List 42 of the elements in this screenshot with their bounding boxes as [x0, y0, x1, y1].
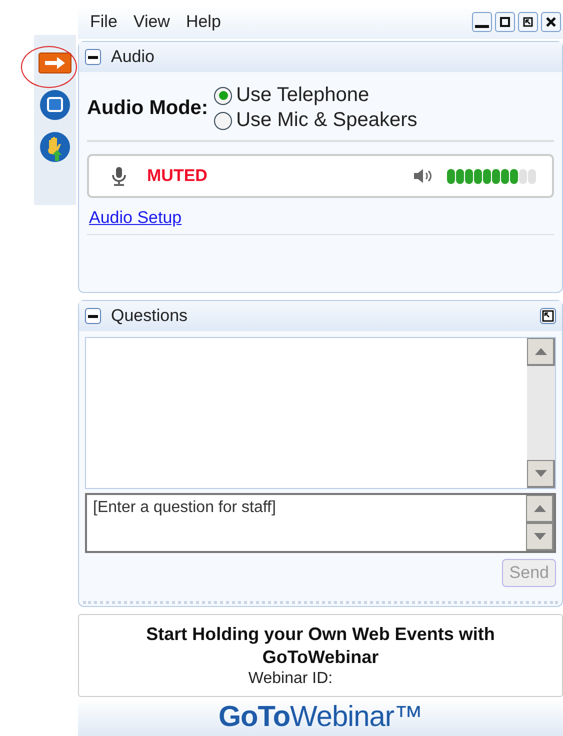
- window-icon: [39, 89, 71, 121]
- radio-option[interactable]: Use Telephone: [214, 84, 418, 107]
- triangle-down-icon: [534, 533, 546, 540]
- minimize-button[interactable]: [472, 12, 492, 32]
- audio-setup-link[interactable]: Audio Setup: [89, 208, 182, 228]
- toolbar-button[interactable]: [37, 129, 73, 165]
- webinar-id-label: Webinar ID:: [248, 670, 333, 688]
- collapse-button[interactable]: [85, 308, 101, 324]
- toolbar-button[interactable]: [37, 87, 73, 123]
- menu-item[interactable]: File: [90, 12, 118, 32]
- scroll-up-button[interactable]: [526, 495, 554, 523]
- raise-hand-icon: [39, 131, 71, 163]
- scrollbar[interactable]: [527, 338, 555, 488]
- speaker-icon: [413, 168, 433, 184]
- minus-icon: [88, 56, 98, 58]
- maximize-icon: [498, 15, 512, 29]
- pop-out-button[interactable]: [540, 308, 556, 324]
- minimize-icon: [475, 24, 489, 28]
- restore-icon: [521, 15, 535, 29]
- triangle-up-icon: [534, 348, 546, 355]
- audio-mode-label: Audio Mode:: [87, 96, 208, 120]
- maximize-button[interactable]: [495, 12, 515, 32]
- scroll-up-button[interactable]: [527, 338, 555, 366]
- restore-button[interactable]: [518, 12, 538, 32]
- scroll-down-button[interactable]: [527, 460, 555, 488]
- triangle-down-icon: [534, 470, 546, 477]
- scrollbar[interactable]: [526, 495, 554, 551]
- microphone-icon: [111, 166, 127, 186]
- collapse-button[interactable]: [85, 49, 101, 65]
- section-title: Questions: [111, 306, 188, 326]
- minus-icon: [88, 314, 98, 318]
- triangle-up-icon: [534, 505, 546, 512]
- close-icon: [544, 15, 558, 29]
- menu-item[interactable]: View: [133, 12, 170, 32]
- promo-headline: Start Holding your Own Web Events with GoToWebinar: [145, 623, 496, 670]
- scroll-down-button[interactable]: [526, 523, 554, 551]
- radio-option[interactable]: Use Mic & Speakers: [214, 109, 418, 132]
- section-title: Audio: [111, 47, 154, 67]
- mute-status: MUTED: [147, 166, 208, 186]
- close-button[interactable]: [541, 12, 561, 32]
- menu-item[interactable]: Help: [186, 12, 221, 32]
- logo: GoToWebinar™: [218, 700, 423, 734]
